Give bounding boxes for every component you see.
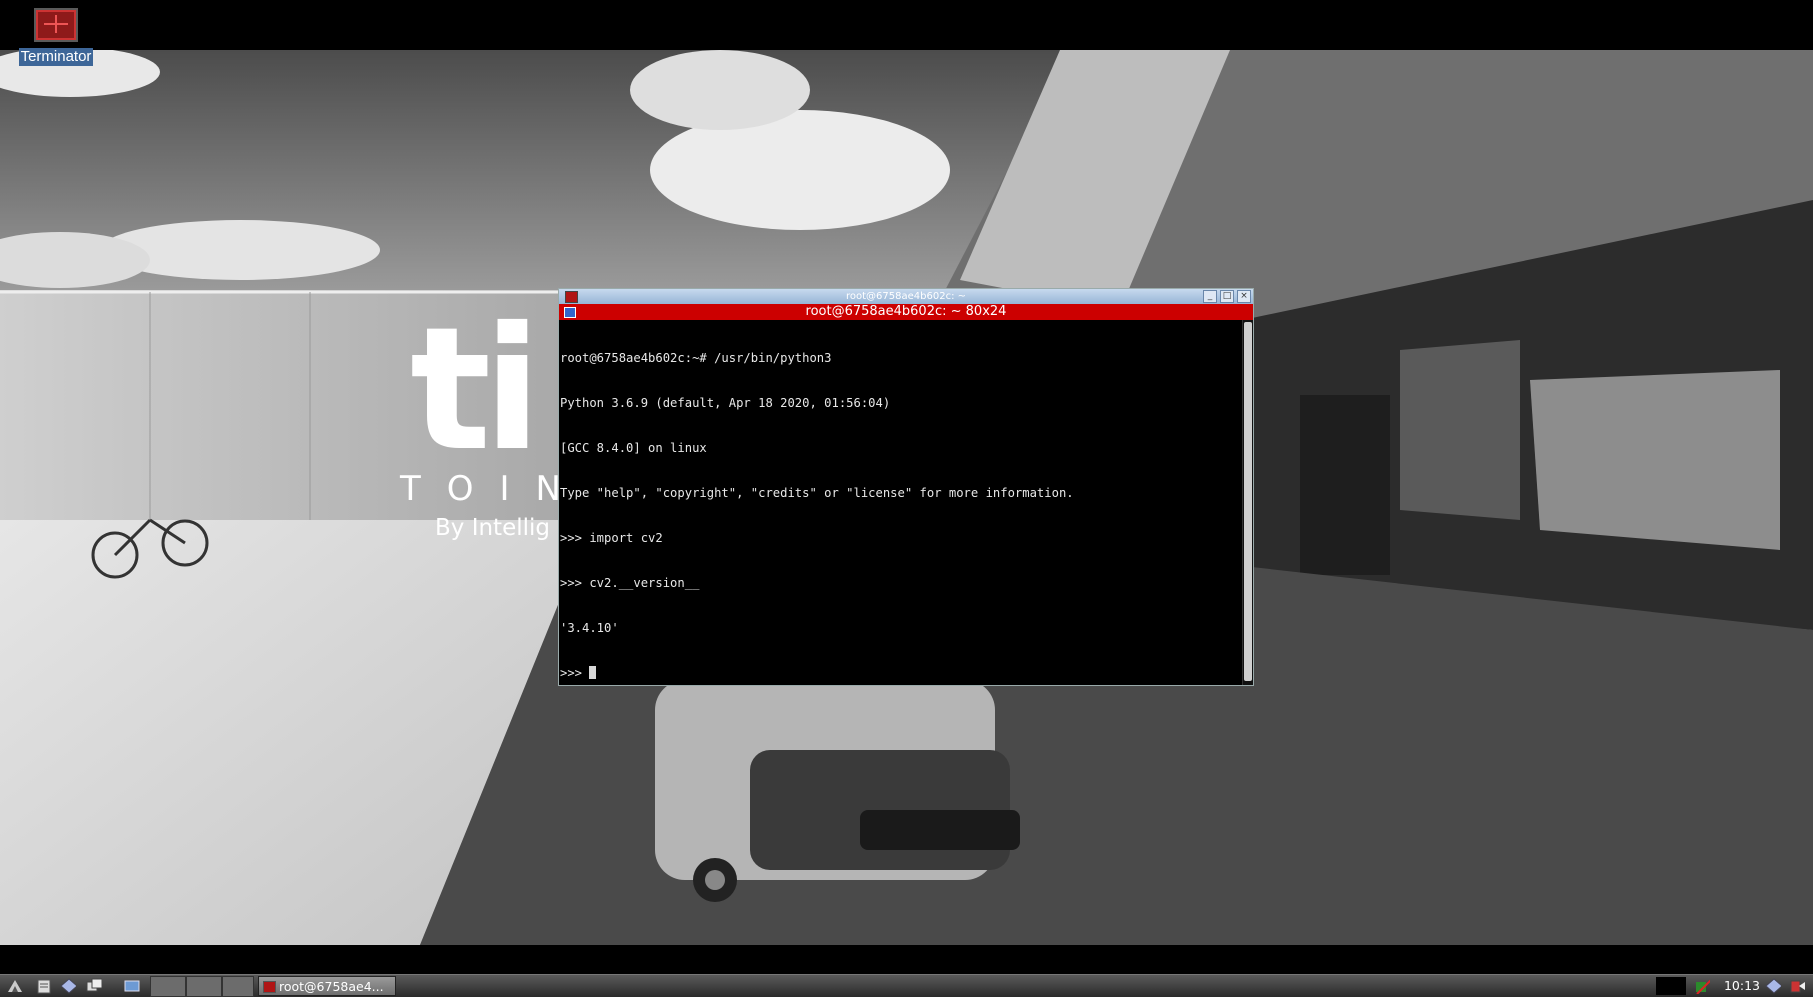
terminator-task-icon [263, 981, 276, 993]
system-monitor [1656, 977, 1686, 995]
close-button[interactable]: × [1237, 290, 1251, 303]
show-desktop-icon[interactable] [124, 978, 140, 994]
desktop-icon-label: Terminator [18, 48, 94, 66]
window-titlebar[interactable]: root@6758ae4b602c: ~ _ □ × [559, 289, 1253, 304]
terminal-line: >>> cv2.__version__ [560, 576, 700, 590]
terminal-line: Type "help", "copyright", "credits" or "… [560, 486, 1074, 500]
desktop-pager-1[interactable] [150, 976, 186, 997]
terminal-line: root@6758ae4b602c:~# /usr/bin/python3 [560, 351, 832, 365]
terminal-window[interactable]: root@6758ae4b602c: ~ _ □ × root@6758ae4b… [558, 288, 1254, 686]
network-icon[interactable] [1694, 978, 1710, 994]
window-title: root@6758ae4b602c: ~ [846, 291, 966, 302]
taskbar-task-terminal[interactable]: root@6758ae4... [258, 976, 396, 996]
desktop-icon-terminator[interactable]: Terminator [11, 8, 101, 66]
tray-diamond-icon[interactable] [1765, 978, 1781, 994]
terminal-scrollbar[interactable] [1242, 320, 1253, 685]
taskbar: root@6758ae4... 10:13 [0, 974, 1813, 997]
terminal-line: [GCC 8.4.0] on linux [560, 441, 707, 455]
terminator-app-icon[interactable] [565, 291, 578, 303]
terminal-output[interactable]: root@6758ae4b602c:~# /usr/bin/python3 Py… [559, 320, 1243, 685]
desktop-pager-2[interactable] [186, 976, 222, 997]
minimize-button[interactable]: _ [1203, 290, 1217, 303]
python-prompt: >>> [560, 666, 590, 680]
terminal-title-bar[interactable]: root@6758ae4b602c: ~ 80x24 [559, 304, 1253, 320]
terminal-line: >>> import cv2 [560, 531, 663, 545]
terminal-group-icon[interactable] [564, 307, 576, 318]
text-cursor [589, 666, 597, 679]
logout-icon[interactable] [1789, 978, 1805, 994]
taskbar-clock[interactable]: 10:13 [1722, 975, 1762, 997]
terminal-line: Python 3.6.9 (default, Apr 18 2020, 01:5… [560, 396, 891, 410]
taskbar-task-label: root@6758ae4... [279, 979, 384, 994]
file-manager-icon[interactable] [36, 978, 52, 994]
terminator-icon [34, 8, 78, 42]
desktop-pager-3[interactable] [222, 976, 254, 997]
maximize-button[interactable]: □ [1220, 290, 1234, 303]
menu-icon[interactable] [6, 978, 22, 994]
browser-icon[interactable] [60, 978, 76, 994]
terminal-line: '3.4.10' [560, 621, 619, 635]
scrollbar-thumb[interactable] [1244, 322, 1252, 681]
windows-list-icon[interactable] [86, 978, 102, 994]
terminal-prompt-line[interactable]: >>> [560, 666, 1242, 681]
terminal-tab-title: root@6758ae4b602c: ~ 80x24 [805, 304, 1007, 319]
window-controls: _ □ × [1203, 290, 1251, 303]
